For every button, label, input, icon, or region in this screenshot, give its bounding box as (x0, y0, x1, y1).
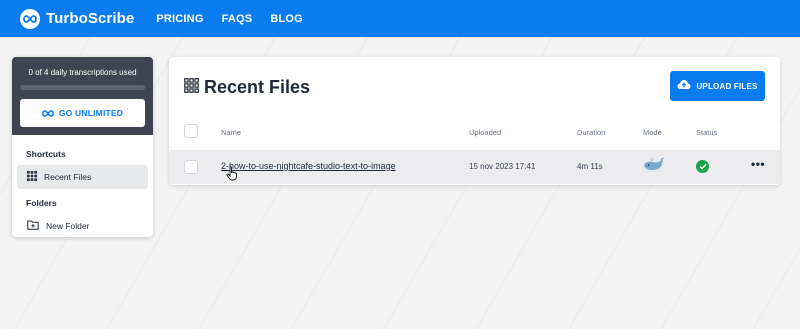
sidebar: 0 of 4 daily transcriptions used GO UNLI… (12, 57, 153, 237)
go-unlimited-label: GO UNLIMITED (58, 108, 124, 118)
folders-heading: Folders (26, 198, 57, 208)
column-header-duration[interactable]: Duration (577, 128, 605, 137)
file-name-link[interactable]: 2-how-to-use-nightcafe-studio-text-to-im… (221, 161, 396, 171)
brand-logo[interactable]: TurboScribe (20, 8, 135, 29)
select-all-checkbox[interactable] (184, 124, 198, 138)
hand-cursor-icon (226, 166, 239, 186)
usage-progress-bar (20, 85, 145, 90)
infinity-logo-icon (20, 8, 40, 29)
duration-value: 4m 11s (577, 162, 603, 171)
grid-icon (27, 171, 37, 183)
table-row[interactable]: 2-how-to-use-nightcafe-studio-text-to-im… (169, 150, 780, 184)
row-checkbox[interactable] (184, 160, 198, 174)
sidebar-item-label: New Folder (46, 221, 90, 231)
upload-files-button[interactable]: UPLOAD FILES (670, 71, 765, 101)
uploaded-date: 15 nov 2023 17:41 (469, 162, 536, 171)
check-circle-icon (696, 160, 709, 173)
recent-files-panel: Recent Files UPLOAD FILES Name Uploaded … (169, 57, 780, 185)
infinity-icon (41, 104, 54, 122)
top-navbar: TurboScribe PRICING FAQS BLOG (0, 0, 800, 37)
panel-header: Recent Files (184, 77, 310, 98)
grid-icon (184, 77, 199, 98)
usage-box: 0 of 4 daily transcriptions used GO UNLI… (12, 57, 153, 135)
column-header-status: Status (696, 128, 718, 137)
nav-link-faqs[interactable]: FAQS (222, 13, 253, 25)
cloud-upload-icon (677, 77, 691, 95)
sidebar-item-label: Recent Files (44, 172, 92, 182)
nav-link-pricing[interactable]: PRICING (156, 13, 203, 25)
upload-files-label: UPLOAD FILES (696, 81, 758, 91)
page-title: Recent Files (204, 77, 311, 97)
sidebar-item-new-folder[interactable]: New Folder (17, 214, 148, 237)
column-header-uploaded[interactable]: Uploaded (469, 128, 501, 137)
brand-name: TurboScribe (46, 10, 135, 27)
more-options-button[interactable]: ••• (751, 157, 765, 171)
shortcuts-heading: Shortcuts (26, 149, 66, 159)
column-header-mode: Mode (643, 128, 662, 137)
whale-icon (642, 156, 664, 181)
column-header-name[interactable]: Name (221, 128, 241, 137)
folder-plus-icon (27, 220, 39, 232)
go-unlimited-button[interactable]: GO UNLIMITED (20, 99, 145, 127)
usage-text: 0 of 4 daily transcriptions used (28, 68, 137, 77)
nav-link-blog[interactable]: BLOG (270, 13, 303, 25)
sidebar-item-recent-files[interactable]: Recent Files (17, 165, 148, 189)
